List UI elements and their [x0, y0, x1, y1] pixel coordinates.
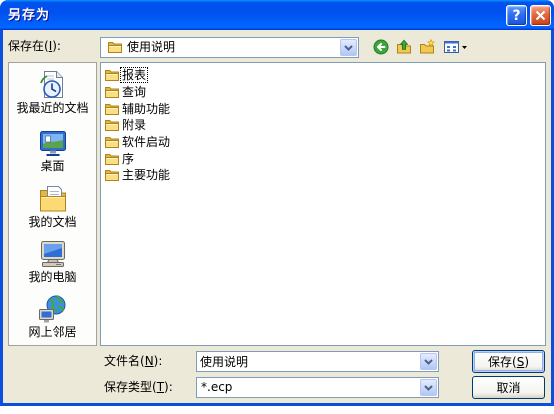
- list-item[interactable]: 报表: [103, 67, 171, 84]
- place-label: 我的文档: [28, 215, 77, 229]
- list-item-name: 序: [122, 151, 135, 166]
- window-title: 另存为: [8, 8, 51, 23]
- list-item[interactable]: 主要功能: [103, 167, 171, 184]
- file-list-rows: 报表 查询 辅助功能 附录 软件启动 序 主要功能: [103, 67, 171, 184]
- save-as-type-value: *.ecp: [201, 380, 233, 394]
- chevron-down-icon: [424, 359, 433, 365]
- save-in-combobox[interactable]: 使用说明: [100, 37, 359, 58]
- list-item-name: 附录: [122, 118, 147, 133]
- chevron-down-icon: [424, 385, 433, 391]
- list-item-name: 软件启动: [122, 135, 171, 150]
- places-bar: 我最近的文档 桌面 我的文档 我的电脑 网上邻居: [8, 62, 97, 346]
- list-item[interactable]: 辅助功能: [103, 100, 171, 117]
- back-button[interactable]: [373, 39, 389, 55]
- my-computer-icon: [40, 241, 65, 267]
- close-icon: [535, 10, 546, 21]
- save-as-type-select[interactable]: *.ecp: [196, 377, 439, 398]
- new-folder-icon: [420, 39, 435, 54]
- save-in-dropdown-button[interactable]: [340, 39, 357, 56]
- file-name-label: 文件名(N):: [104, 354, 163, 368]
- cancel-button[interactable]: 取消: [472, 376, 545, 399]
- place-recent-documents[interactable]: 我最近的文档: [9, 66, 96, 120]
- place-network-places[interactable]: 网上邻居: [9, 290, 96, 344]
- up-one-level-button[interactable]: [396, 39, 412, 55]
- save-in-value: 使用说明: [127, 40, 176, 54]
- folder-icon: [104, 84, 120, 100]
- list-item-name: 辅助功能: [122, 101, 171, 116]
- place-label: 网上邻居: [28, 325, 77, 339]
- folder-icon: [104, 167, 120, 183]
- save-as-dialog: 另存为 ? 保存在(I): 使用说明 我最近的文档 桌面 我的文档 我的电脑 网…: [0, 0, 554, 406]
- file-list[interactable]: 报表 查询 辅助功能 附录 软件启动 序 主要功能: [100, 62, 546, 346]
- new-folder-button[interactable]: [419, 39, 435, 55]
- save-as-type-label: 保存类型(T):: [104, 380, 173, 394]
- folder-icon: [104, 67, 120, 83]
- dialog-body: 保存在(I): 使用说明 我最近的文档 桌面 我的文档 我的电脑 网上邻居 报表…: [3, 30, 551, 403]
- list-item[interactable]: 查询: [103, 84, 171, 101]
- save-button[interactable]: 保存(S): [472, 350, 545, 373]
- my-documents-icon: [39, 186, 66, 212]
- list-item-name: 主要功能: [122, 168, 171, 183]
- view-menu-button[interactable]: [443, 39, 469, 55]
- place-label: 我的电脑: [28, 270, 77, 284]
- title-bar[interactable]: 另存为 ?: [0, 0, 554, 30]
- save-in-label: 保存在(I):: [8, 39, 61, 53]
- folder-icon: [107, 39, 123, 55]
- place-label: 桌面: [40, 159, 65, 173]
- folder-icon: [104, 117, 120, 133]
- place-my-computer[interactable]: 我的电脑: [9, 235, 96, 289]
- folder-icon: [104, 151, 120, 167]
- place-my-documents[interactable]: 我的文档: [9, 180, 96, 234]
- back-arrow-icon: [373, 39, 389, 55]
- desktop-icon: [39, 131, 66, 156]
- folder-icon: [104, 134, 120, 150]
- recent-documents-icon: [39, 71, 63, 98]
- help-question-mark: ?: [512, 7, 521, 24]
- file-name-input[interactable]: [200, 353, 418, 370]
- list-item-name: 查询: [122, 85, 147, 100]
- place-label: 我最近的文档: [16, 101, 89, 115]
- help-button[interactable]: ?: [506, 5, 527, 26]
- network-places-icon: [38, 295, 65, 323]
- file-name-combobox[interactable]: [196, 351, 439, 372]
- file-name-dropdown-button[interactable]: [420, 353, 437, 370]
- list-item[interactable]: 附录: [103, 117, 171, 134]
- up-one-level-icon: [397, 39, 411, 54]
- list-item[interactable]: 序: [103, 150, 171, 167]
- view-menu-icon: [444, 41, 467, 53]
- list-item[interactable]: 软件启动: [103, 134, 171, 151]
- screen: 另存为 ? 保存在(I): 使用说明 我最近的文档 桌面 我的文档 我的电脑 网…: [0, 0, 554, 414]
- place-desktop[interactable]: 桌面: [9, 124, 96, 178]
- save-as-type-dropdown-button[interactable]: [420, 379, 437, 396]
- list-item-name: 报表: [119, 67, 149, 84]
- close-button[interactable]: [530, 5, 551, 26]
- chevron-down-icon: [344, 45, 353, 51]
- folder-icon: [104, 101, 120, 117]
